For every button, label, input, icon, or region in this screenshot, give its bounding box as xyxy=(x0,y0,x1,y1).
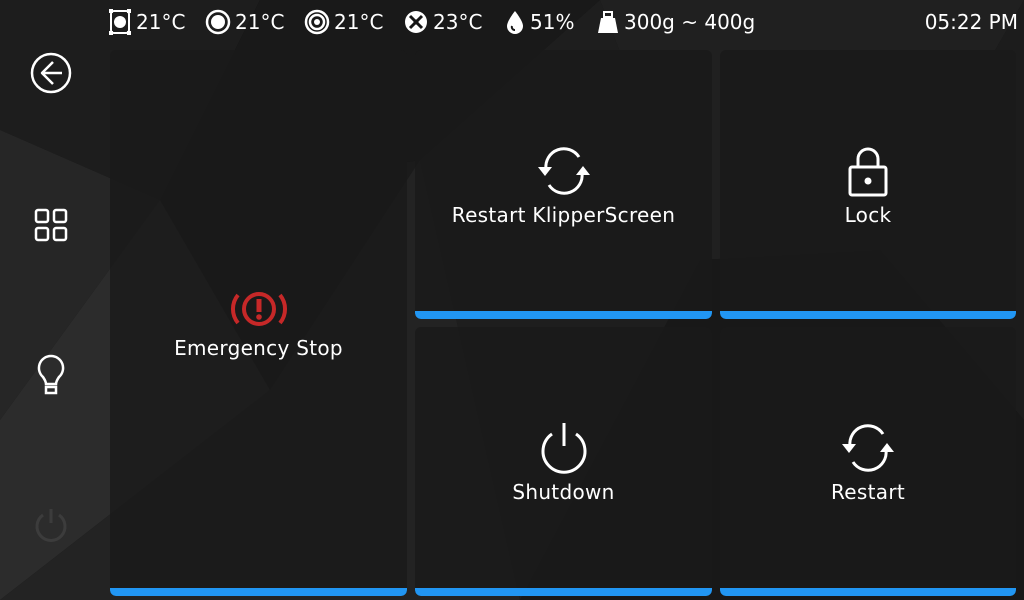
shutdown-button[interactable]: Shutdown xyxy=(415,327,712,596)
alert-icon xyxy=(230,292,287,326)
restart-button[interactable]: Restart xyxy=(720,327,1016,596)
humidity-icon xyxy=(507,11,523,34)
clock: 05:22 PM xyxy=(924,10,1018,34)
sidebar xyxy=(0,44,104,600)
back-button[interactable] xyxy=(22,44,80,102)
light-button[interactable] xyxy=(22,346,80,404)
humidity: 51% xyxy=(504,6,574,38)
filament-weight: 300g ~ 400g xyxy=(596,6,755,38)
shutdown-label: Shutdown xyxy=(512,479,615,504)
refresh-icon xyxy=(842,423,894,472)
status-bar: 21°C 21°C 21°C 23°C 51% 300g ~ 400g 05:2… xyxy=(0,0,1024,44)
menu-button[interactable] xyxy=(22,196,80,254)
chamber-temp: 21°C xyxy=(304,6,383,38)
power-icon xyxy=(35,509,67,542)
accent-bar xyxy=(110,588,407,596)
grid-icon xyxy=(34,208,68,242)
power-button[interactable] xyxy=(22,496,80,554)
extruder-temp: 21°C xyxy=(108,6,185,38)
power-icon xyxy=(541,422,586,474)
lock-label: Lock xyxy=(844,202,892,227)
accent-bar xyxy=(720,311,1016,319)
emergency-stop-label: Emergency Stop xyxy=(174,336,343,360)
restart-label: Restart xyxy=(831,479,905,504)
lightbulb-icon xyxy=(37,354,65,395)
restart-klipperscreen-label: Restart KlipperScreen xyxy=(451,202,676,227)
weight-icon xyxy=(598,11,618,33)
extruder-icon xyxy=(109,9,131,35)
bed-temp: 21°C xyxy=(205,6,284,38)
refresh-icon xyxy=(537,146,590,195)
back-arrow-icon xyxy=(30,52,72,94)
chamber-icon xyxy=(304,9,330,35)
lock-icon xyxy=(848,147,888,196)
accent-bar xyxy=(415,311,712,319)
emergency-stop-button[interactable]: Emergency Stop xyxy=(110,50,407,596)
accent-bar xyxy=(415,588,712,596)
bed-icon xyxy=(205,9,231,35)
restart-klipperscreen-button[interactable]: Restart KlipperScreen xyxy=(415,50,712,319)
fan-heater-icon xyxy=(405,11,427,33)
lock-button[interactable]: Lock xyxy=(720,50,1016,319)
fan-heater-temp: 23°C xyxy=(403,6,482,38)
accent-bar xyxy=(720,588,1016,596)
